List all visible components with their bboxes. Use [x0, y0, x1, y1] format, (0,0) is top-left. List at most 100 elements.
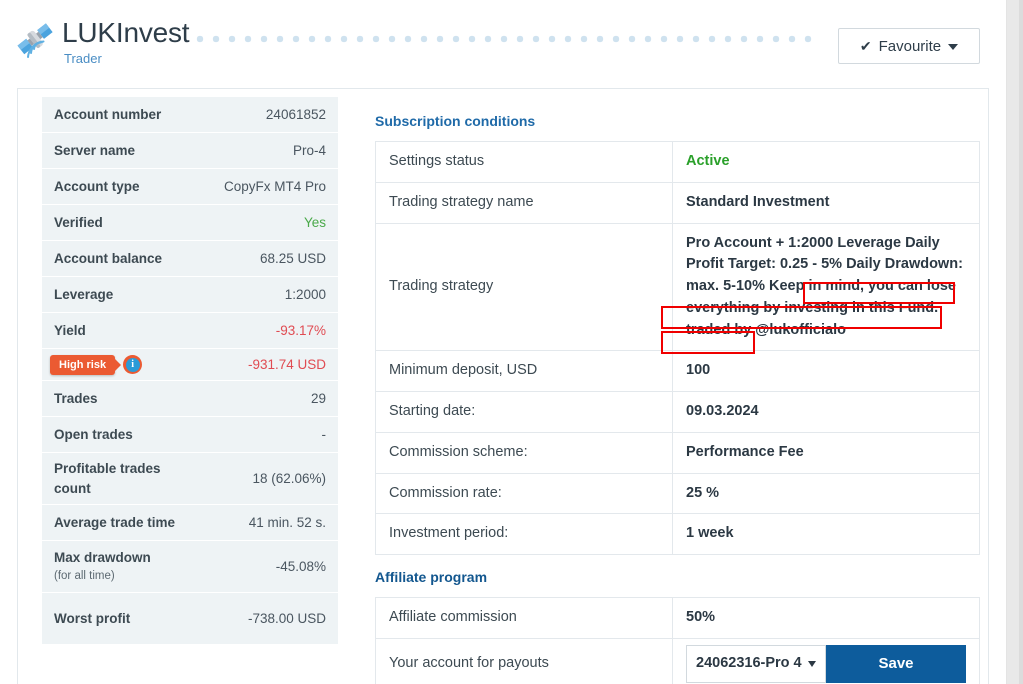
- check-icon: ✔: [859, 38, 872, 54]
- info-icon-glyph: i: [125, 357, 140, 372]
- sidebar-row-open-trades: Open trades -: [42, 417, 338, 453]
- row-value: CopyFx MT4 Pro: [223, 179, 326, 194]
- row-value: -: [321, 427, 327, 442]
- section-title-affiliate: Affiliate program: [375, 569, 488, 585]
- sidebar-row-profitable-trades-count: Profitable trades count 18 (62.06%): [42, 453, 338, 505]
- cell-key: Trading strategy: [375, 222, 673, 352]
- subscription-table: Settings status Active Trading strategy …: [375, 141, 980, 555]
- payout-account-value: 24062316-Pro 4: [696, 654, 802, 671]
- account-summary-sidebar: Account number 24061852 Server name Pro-…: [42, 97, 338, 645]
- cell-value: 100: [672, 350, 980, 392]
- cell-key: Minimum deposit, USD: [375, 350, 673, 392]
- table-row-commission-rate: Commission rate: 25 %: [375, 472, 980, 515]
- section-title-subscription: Subscription conditions: [375, 113, 536, 129]
- risk-group: High risk i: [50, 354, 143, 375]
- affiliate-table: Affiliate commission 50% Your account fo…: [375, 597, 980, 684]
- cell-key: Starting date:: [375, 391, 673, 433]
- risk-value: -931.74 USD: [247, 357, 326, 372]
- row-value: 68.25 USD: [259, 251, 326, 266]
- row-label: Trades: [54, 390, 98, 406]
- cell-value: Pro Account + 1:2000 Leverage Daily Prof…: [672, 222, 980, 352]
- payout-account-select[interactable]: 24062316-Pro 4: [686, 644, 826, 683]
- row-label: Worst profit: [54, 610, 131, 626]
- satellite-icon: [14, 22, 58, 62]
- sidebar-row-average-trade-time: Average trade time 41 min. 52 s.: [42, 505, 338, 541]
- row-label: Open trades: [54, 426, 133, 442]
- app-page: LUKInvest Trader ✔ Favourite Account num…: [0, 0, 1023, 684]
- row-value: 1:2000: [284, 287, 326, 302]
- row-value: -93.17%: [275, 323, 326, 338]
- table-row-minimum-deposit: Minimum deposit, USD 100: [375, 350, 980, 392]
- table-row-affiliate-commission: Affiliate commission 50%: [375, 597, 980, 639]
- row-label: Verified: [54, 214, 103, 230]
- chevron-down-icon: [948, 44, 959, 50]
- row-value: Pro-4: [292, 143, 326, 158]
- cell-value: 50%: [672, 597, 980, 639]
- cell-key: Commission scheme:: [375, 431, 673, 474]
- row-label: Leverage: [54, 286, 114, 302]
- table-row-starting-date: Starting date: 09.03.2024: [375, 391, 980, 433]
- cell-value: Performance Fee: [672, 431, 980, 474]
- row-label: Account number: [54, 106, 162, 122]
- subscription-panel: Subscription conditions Settings status …: [363, 97, 988, 684]
- sidebar-row-server-name: Server name Pro-4: [42, 133, 338, 169]
- row-value: 24061852: [265, 107, 326, 122]
- sidebar-row-leverage: Leverage 1:2000: [42, 277, 338, 313]
- cell-value: Standard Investment: [672, 181, 980, 224]
- table-row-investment-period: Investment period: 1 week: [375, 513, 980, 555]
- sidebar-row-worst-profit: Worst profit -738.00 USD: [42, 593, 338, 645]
- sidebar-row-max-drawdown: Max drawdown (for all time) -45.08%: [42, 541, 338, 593]
- payout-controls: 24062316-Pro 4 Save: [686, 644, 979, 683]
- cell-value: 09.03.2024: [672, 391, 980, 433]
- cell-key: Your account for payouts: [375, 637, 673, 684]
- sidebar-row-risk: High risk i -931.74 USD: [42, 349, 338, 381]
- row-label: Server name: [54, 142, 136, 158]
- sidebar-row-verified: Verified Yes: [42, 205, 338, 241]
- cell-key: Investment period:: [375, 513, 673, 555]
- cell-value: 24062316-Pro 4 Save: [672, 637, 980, 684]
- cell-key: Commission rate:: [375, 472, 673, 515]
- row-value: -45.08%: [275, 559, 326, 574]
- table-row-commission-scheme: Commission scheme: Performance Fee: [375, 431, 980, 474]
- sidebar-row-account-balance: Account balance 68.25 USD: [42, 241, 338, 277]
- cell-key: Affiliate commission: [375, 597, 673, 639]
- row-label: Account type: [54, 178, 140, 194]
- table-row-strategy-name: Trading strategy name Standard Investmen…: [375, 181, 980, 224]
- brand-title: LUKInvest: [62, 17, 190, 48]
- row-sublabel: (for all time): [54, 570, 115, 583]
- content-card: Account number 24061852 Server name Pro-…: [17, 88, 989, 684]
- row-label: Yield: [54, 322, 86, 338]
- row-label: Account balance: [54, 250, 163, 266]
- row-label: Profitable trades count: [54, 460, 161, 496]
- row-label-main: Max drawdown: [54, 549, 151, 565]
- chevron-down-icon: [808, 660, 816, 667]
- cell-key: Settings status: [375, 141, 673, 183]
- favourite-button[interactable]: ✔ Favourite: [838, 28, 980, 64]
- row-value: 41 min. 52 s.: [248, 515, 326, 530]
- page-header: LUKInvest Trader ✔ Favourite: [0, 0, 1006, 80]
- table-row-payout-account: Your account for payouts 24062316-Pro 4 …: [375, 637, 980, 684]
- status-badge-high-risk: High risk: [50, 354, 116, 375]
- favourite-button-label: Favourite: [878, 37, 942, 55]
- dotted-divider: [196, 34, 816, 44]
- row-value: 29: [310, 391, 326, 406]
- row-label: Max drawdown (for all time): [54, 548, 151, 585]
- scrollbar-edge: [1019, 0, 1023, 684]
- cell-value: 1 week: [672, 513, 980, 555]
- cell-value: Active: [672, 141, 980, 183]
- sidebar-row-account-number: Account number 24061852: [42, 97, 338, 133]
- cell-key: Trading strategy name: [375, 181, 673, 224]
- row-value: -738.00 USD: [247, 611, 326, 626]
- sidebar-row-account-type: Account type CopyFx MT4 Pro: [42, 169, 338, 205]
- cell-value: 25 %: [672, 472, 980, 515]
- table-row-trading-strategy: Trading strategy Pro Account + 1:2000 Le…: [375, 222, 980, 352]
- brand-subtitle: Trader: [64, 51, 102, 66]
- sidebar-row-trades: Trades 29: [42, 381, 338, 417]
- info-icon[interactable]: i: [123, 355, 143, 374]
- sidebar-row-yield: Yield -93.17%: [42, 313, 338, 349]
- row-value: Yes: [303, 215, 326, 230]
- row-value: 18 (62.06%): [252, 471, 326, 486]
- table-row-settings-status: Settings status Active: [375, 141, 980, 183]
- save-button[interactable]: Save: [826, 644, 966, 683]
- row-label: Average trade time: [54, 514, 176, 530]
